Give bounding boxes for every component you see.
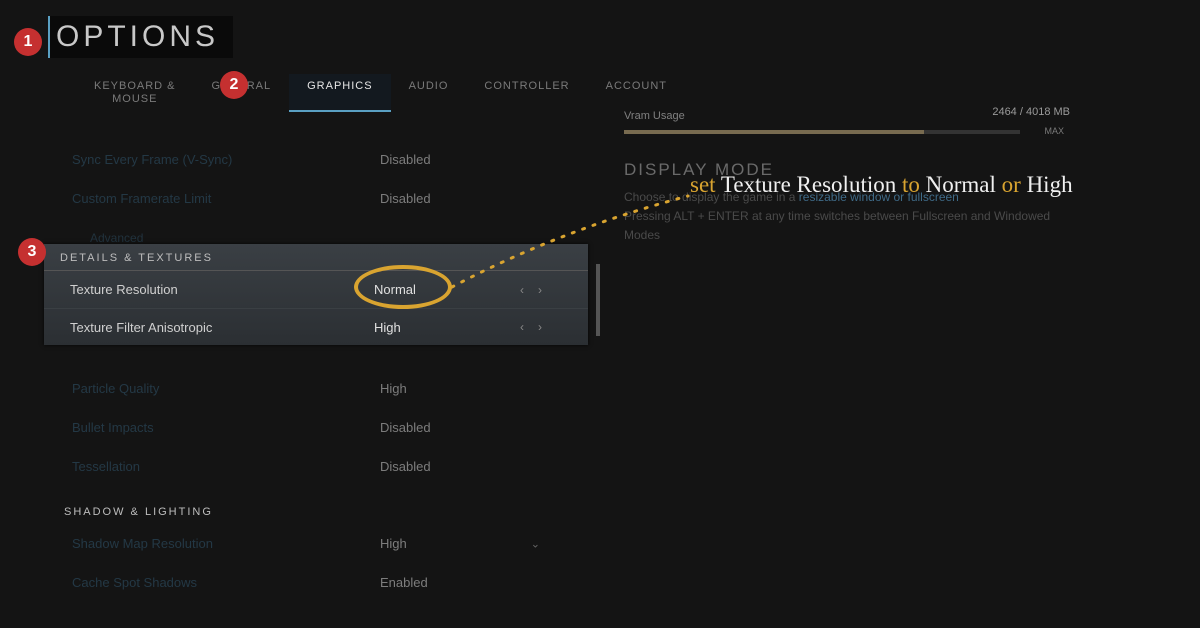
row-bullet-impacts[interactable]: Bullet Impacts Disabled	[60, 408, 600, 447]
tab-keyboard-mouse[interactable]: KEYBOARD & MOUSE	[76, 74, 194, 112]
page-title: OPTIONS	[48, 16, 233, 58]
texfilter-value: High ‹›	[374, 320, 554, 335]
shadow-map-value-text: High	[380, 536, 407, 551]
texfilter-value-text: High	[374, 320, 401, 335]
tab-graphics[interactable]: GRAPHICS	[289, 74, 390, 112]
tab-controller[interactable]: CONTROLLER	[466, 74, 587, 112]
step-marker-1: 1	[14, 28, 42, 56]
annot-to: to	[902, 172, 926, 197]
spot-value: Enabled	[380, 575, 560, 590]
row-custom-framerate[interactable]: Custom Framerate Limit Disabled	[60, 179, 600, 218]
advanced-label: Advanced	[60, 231, 380, 245]
bullet-label: Bullet Impacts	[60, 420, 380, 435]
particle-label: Particle Quality	[60, 381, 380, 396]
bullet-value: Disabled	[380, 420, 560, 435]
options-tabs: KEYBOARD & MOUSE GENERAL GRAPHICS AUDIO …	[76, 74, 685, 112]
step-marker-2: 2	[220, 71, 248, 99]
scrollbar-thumb[interactable]	[596, 264, 600, 336]
row-texture-filter[interactable]: Texture Filter Anisotropic High ‹›	[44, 308, 588, 345]
tab-km-l1: KEYBOARD &	[94, 80, 176, 92]
tab-km-l2: MOUSE	[112, 93, 157, 105]
texfilter-label: Texture Filter Anisotropic	[44, 320, 374, 335]
disp-d3: Modes	[624, 228, 660, 242]
fps-label: Custom Framerate Limit	[60, 191, 380, 206]
disp-d2b: ALT + ENTER at any time switches between…	[673, 209, 1050, 223]
annot-norm: Normal	[926, 172, 1002, 197]
annot-tex: Texture Resolution	[721, 172, 902, 197]
details-textures-panel: DETAILS & TEXTURES Texture Resolution No…	[44, 244, 588, 345]
shadow-map-label: Shadow Map Resolution	[60, 536, 380, 551]
shadow-map-value: High ⌄	[380, 536, 560, 551]
vsync-value: Disabled	[380, 152, 560, 167]
texres-label: Texture Resolution	[44, 282, 374, 297]
annot-set: set	[690, 172, 721, 197]
annot-or: or	[1002, 172, 1027, 197]
annotation-oval	[354, 265, 452, 309]
annotation-text: set Texture Resolution to Normal or High	[690, 172, 1073, 198]
vram-bar-fill	[624, 130, 924, 134]
spot-label: Cache Spot Shadows	[60, 575, 380, 590]
vsync-label: Sync Every Frame (V-Sync)	[60, 152, 380, 167]
vram-value: 2464 / 4018 MB	[992, 106, 1070, 118]
chevron-down-icon[interactable]: ⌄	[531, 537, 540, 550]
section-shadow-lighting: SHADOW & LIGHTING	[60, 500, 600, 524]
annot-high: High	[1027, 172, 1073, 197]
row-tessellation[interactable]: Tessellation Disabled	[60, 447, 600, 486]
fps-value: Disabled	[380, 191, 560, 206]
row-shadow-map[interactable]: Shadow Map Resolution High ⌄	[60, 524, 600, 563]
tess-label: Tessellation	[60, 459, 380, 474]
arrow-left-right-icon[interactable]: ‹›	[520, 283, 546, 297]
row-cache-spot-shadows[interactable]: Cache Spot Shadows Enabled	[60, 563, 600, 602]
disp-d2a: Pressing	[624, 209, 673, 223]
settings-list: Sync Every Frame (V-Sync) Disabled Custo…	[60, 140, 600, 602]
tess-value: Disabled	[380, 459, 560, 474]
vram-label: Vram Usage	[624, 110, 685, 122]
step-marker-3: 3	[18, 238, 46, 266]
arrow-left-right-icon[interactable]: ‹›	[520, 320, 546, 334]
vram-max-label: MAX	[1044, 126, 1064, 136]
row-vsync[interactable]: Sync Every Frame (V-Sync) Disabled	[60, 140, 600, 179]
row-particle-quality[interactable]: Particle Quality High	[60, 369, 600, 408]
section-details-textures: DETAILS & TEXTURES	[44, 244, 588, 271]
row-texture-resolution[interactable]: Texture Resolution Normal ‹›	[44, 271, 588, 308]
tab-audio[interactable]: AUDIO	[391, 74, 467, 112]
particle-value: High	[380, 381, 560, 396]
